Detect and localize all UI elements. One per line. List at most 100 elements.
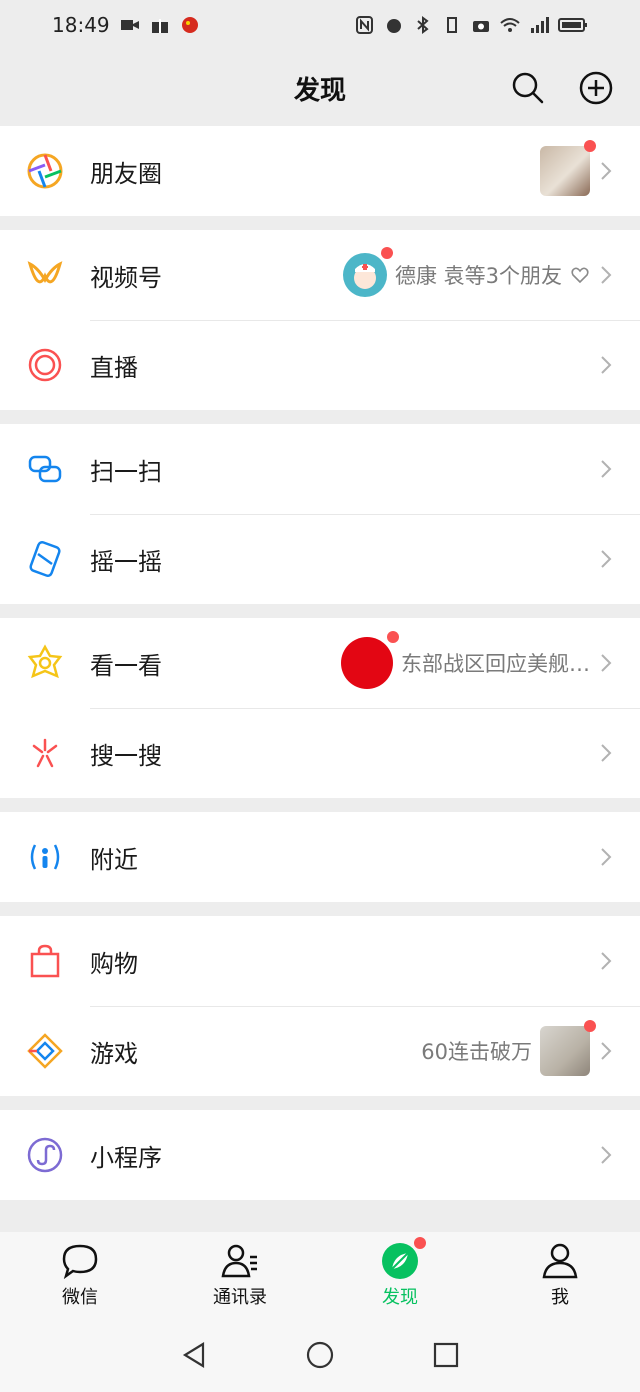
- signal-icon: [531, 17, 549, 33]
- nfc-icon: [356, 16, 373, 34]
- top-stories-avatar: [341, 631, 399, 689]
- games-meta: 60连击破万: [421, 1040, 532, 1064]
- flag-icon: [181, 17, 198, 33]
- nav-bar: 发现: [0, 50, 640, 126]
- nearby-label: 附近: [90, 845, 138, 874]
- list-item-games[interactable]: 游戏 60连击破万: [0, 1006, 640, 1096]
- group-shop-games: 购物 游戏 60连击破万: [0, 916, 640, 1096]
- shopping-bag-icon: [30, 944, 60, 978]
- vibrate-icon: [447, 17, 457, 33]
- chevron-right-icon: [601, 266, 612, 284]
- back-triangle-icon[interactable]: [179, 1340, 209, 1370]
- search-icon: [512, 72, 544, 104]
- video-icon: [120, 20, 139, 30]
- chevron-right-icon: [601, 162, 612, 180]
- compass-icon: [382, 1243, 418, 1279]
- mini-programs-label: 小程序: [90, 1143, 162, 1172]
- home-circle-icon[interactable]: [305, 1340, 335, 1370]
- list-item-nearby[interactable]: 附近: [0, 812, 640, 902]
- camera-icon: [473, 21, 489, 32]
- tab-discover[interactable]: 发现: [320, 1237, 480, 1309]
- shake-label: 摇一摇: [90, 547, 162, 576]
- top-stories-label: 看一看: [90, 651, 162, 680]
- new-badge: [387, 631, 399, 643]
- alarm-icon: [387, 19, 401, 33]
- list-item-moments[interactable]: 朋友圈: [0, 126, 640, 216]
- list-item-top-stories[interactable]: 看一看 东部战区回应美舰…: [0, 618, 640, 708]
- list-item-scan[interactable]: 扫一扫: [0, 424, 640, 514]
- group-top-search: 看一看 东部战区回应美舰… 搜一搜: [0, 618, 640, 798]
- games-icon: [27, 1033, 63, 1069]
- battery-icon: [558, 18, 587, 32]
- list-item-shopping[interactable]: 购物: [0, 916, 640, 1006]
- wifi-icon: [500, 18, 520, 32]
- plus-circle-icon: [579, 71, 613, 105]
- status-bar: 18:49: [0, 0, 640, 50]
- shopping-label: 购物: [90, 949, 138, 978]
- chevron-right-icon: [601, 550, 612, 568]
- new-badge: [380, 247, 393, 259]
- search-button[interactable]: [510, 70, 546, 106]
- tab-label: 发现: [382, 1287, 418, 1308]
- recents-square-icon[interactable]: [431, 1340, 461, 1370]
- chevron-right-icon: [601, 654, 612, 672]
- top-stories-icon: [27, 644, 63, 679]
- tab-bar: 微信 通讯录 发现 我: [0, 1232, 640, 1318]
- tab-label: 通讯录: [213, 1287, 267, 1308]
- games-label: 游戏: [90, 1039, 138, 1068]
- shake-icon: [29, 541, 61, 577]
- list-item-search[interactable]: 搜一搜: [0, 708, 640, 798]
- moments-thumbnail: [540, 140, 596, 196]
- list-item-mini-programs[interactable]: 小程序: [0, 1110, 640, 1200]
- chevron-right-icon: [601, 952, 612, 970]
- chevron-right-icon: [601, 848, 612, 866]
- mini-program-icon: [27, 1137, 63, 1173]
- tab-label: 我: [551, 1287, 569, 1308]
- chevron-right-icon: [601, 1146, 612, 1164]
- tab-contacts[interactable]: 通讯录: [160, 1241, 320, 1309]
- new-badge: [414, 1237, 426, 1249]
- scan-icon: [28, 455, 62, 483]
- channels-icon: [27, 261, 63, 284]
- list-item-channels[interactable]: 视频号 德康 袁等3个朋友: [0, 230, 640, 320]
- scan-label: 扫一扫: [90, 457, 162, 486]
- tab-chats[interactable]: 微信: [0, 1241, 160, 1309]
- page-title: 发现: [293, 75, 346, 106]
- tab-me[interactable]: 我: [480, 1241, 640, 1309]
- group-channels: 视频号 德康 袁等3个朋友 直播: [0, 230, 640, 410]
- list-item-shake[interactable]: 摇一摇: [0, 514, 640, 604]
- search-label: 搜一搜: [90, 741, 162, 770]
- chat-bubble-icon: [62, 1244, 98, 1280]
- search-spark-icon: [32, 738, 58, 768]
- channels-label: 视频号: [90, 263, 162, 292]
- bluetooth-icon: [417, 16, 429, 34]
- group-mini-programs: 小程序: [0, 1110, 640, 1200]
- chevron-right-icon: [601, 744, 612, 762]
- nurse-avatar-icon: [353, 264, 376, 289]
- aperture-icon: [27, 153, 63, 189]
- status-time: 18:49: [52, 13, 110, 37]
- nearby-icon: [30, 844, 60, 870]
- tab-label: 微信: [62, 1287, 98, 1308]
- top-stories-meta: 东部战区回应美舰…: [401, 652, 590, 676]
- live-icon: [28, 348, 62, 382]
- chevron-right-icon: [601, 1042, 612, 1060]
- add-button[interactable]: [578, 70, 614, 106]
- list-item-live[interactable]: 直播: [0, 320, 640, 410]
- channels-avatar: [342, 247, 393, 297]
- chevron-right-icon: [601, 356, 612, 374]
- moments-label: 朋友圈: [90, 159, 162, 188]
- live-label: 直播: [90, 353, 138, 382]
- games-thumbnail: [540, 1020, 596, 1076]
- group-scan-shake: 扫一扫 摇一摇: [0, 424, 640, 604]
- gift-icon: [151, 19, 168, 33]
- discover-list: 朋友圈 视频号 德康 袁等3个朋友 直播 扫一扫 摇一摇 看一看 东部战区回应美…: [0, 126, 640, 1214]
- system-nav-bar: [0, 1318, 640, 1392]
- new-badge: [584, 140, 596, 152]
- chevron-right-icon: [601, 460, 612, 478]
- person-icon: [542, 1243, 578, 1279]
- group-nearby: 附近: [0, 812, 640, 902]
- channels-meta: 德康 袁等3个朋友: [394, 264, 562, 288]
- group-moments: 朋友圈: [0, 126, 640, 216]
- heart-icon: [571, 267, 589, 284]
